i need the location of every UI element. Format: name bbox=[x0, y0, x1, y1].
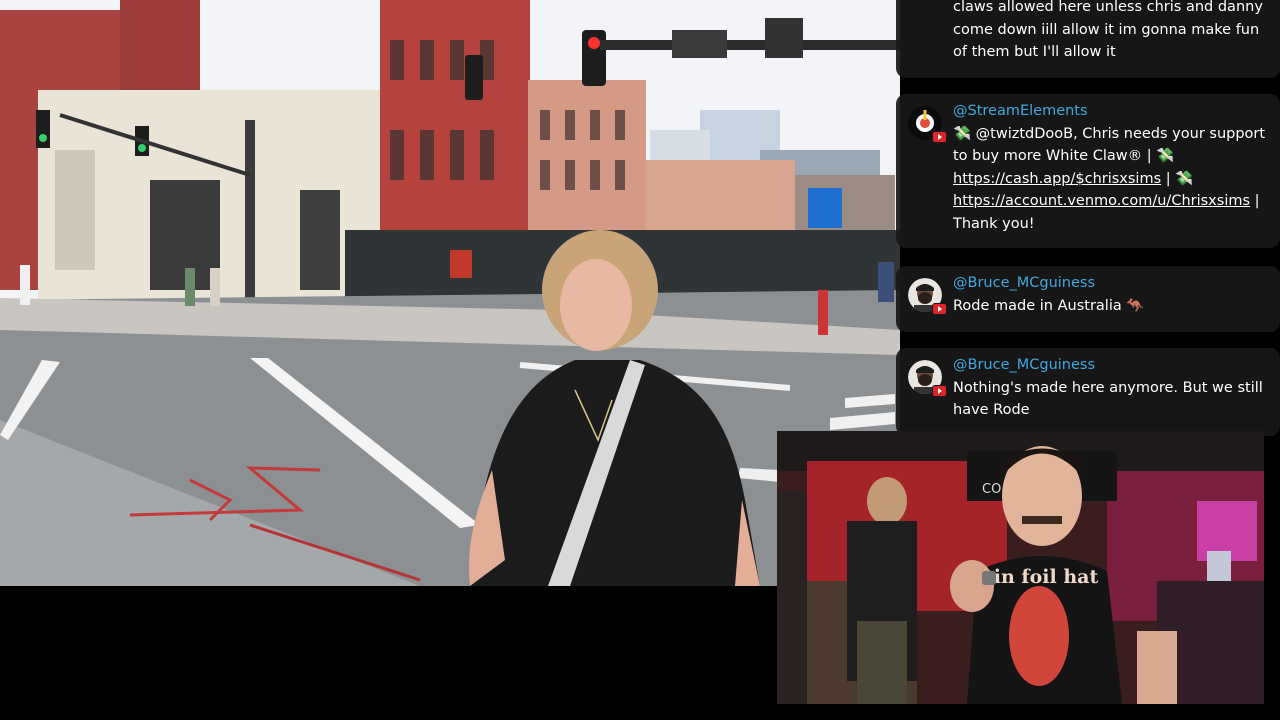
chat-username[interactable]: @Bruce_MCguiness bbox=[953, 272, 1266, 295]
chat-message-intro: 💸 @twiztdDooB, Chris needs your support … bbox=[953, 125, 1266, 165]
chat-message-text: Nothing's made here anymore. But we stil… bbox=[953, 379, 1263, 419]
chat-message-text: claws allowed here unless chris and dann… bbox=[953, 0, 1263, 60]
main-video-feed[interactable] bbox=[0, 0, 900, 586]
user-avatar bbox=[908, 278, 947, 315]
chat-message: @Bruce_MCguiness Nothing's made here any… bbox=[896, 348, 1280, 436]
cashapp-link[interactable]: https://cash.app/$chrisxsims bbox=[953, 171, 1161, 187]
chat-message-text: Rode made in Australia 🦘 bbox=[953, 297, 1145, 314]
chat-overlay: claws allowed here unless chris and dann… bbox=[896, 0, 1280, 436]
user-avatar bbox=[908, 360, 947, 397]
youtube-icon bbox=[932, 385, 947, 397]
chat-message: claws allowed here unless chris and dann… bbox=[896, 0, 1280, 78]
chat-separator: | 💸 bbox=[1161, 170, 1194, 187]
stream-layout: claws allowed here unless chris and dann… bbox=[0, 0, 1280, 720]
venmo-link[interactable]: https://account.venmo.com/u/Chrisxsims bbox=[953, 193, 1250, 209]
shirt-text: tin foil hat bbox=[985, 566, 1098, 588]
youtube-icon bbox=[932, 131, 947, 143]
chat-message: @StreamElements 💸 @twiztdDooB, Chris nee… bbox=[896, 94, 1280, 248]
streamer-webcam[interactable]: CO KE IT tin foil hat bbox=[777, 431, 1264, 704]
chat-username[interactable]: @Bruce_MCguiness bbox=[953, 354, 1266, 377]
webcam-scene: CO KE IT tin foil hat bbox=[777, 431, 1264, 704]
chat-username[interactable]: @StreamElements bbox=[953, 100, 1266, 123]
streamelements-avatar bbox=[908, 106, 947, 143]
youtube-icon bbox=[932, 303, 947, 315]
street-scene bbox=[0, 0, 900, 586]
chat-message: @Bruce_MCguiness Rode made in Australia … bbox=[896, 266, 1280, 332]
chat-message-text: 💸 @twiztdDooB, Chris needs your support … bbox=[953, 123, 1266, 236]
